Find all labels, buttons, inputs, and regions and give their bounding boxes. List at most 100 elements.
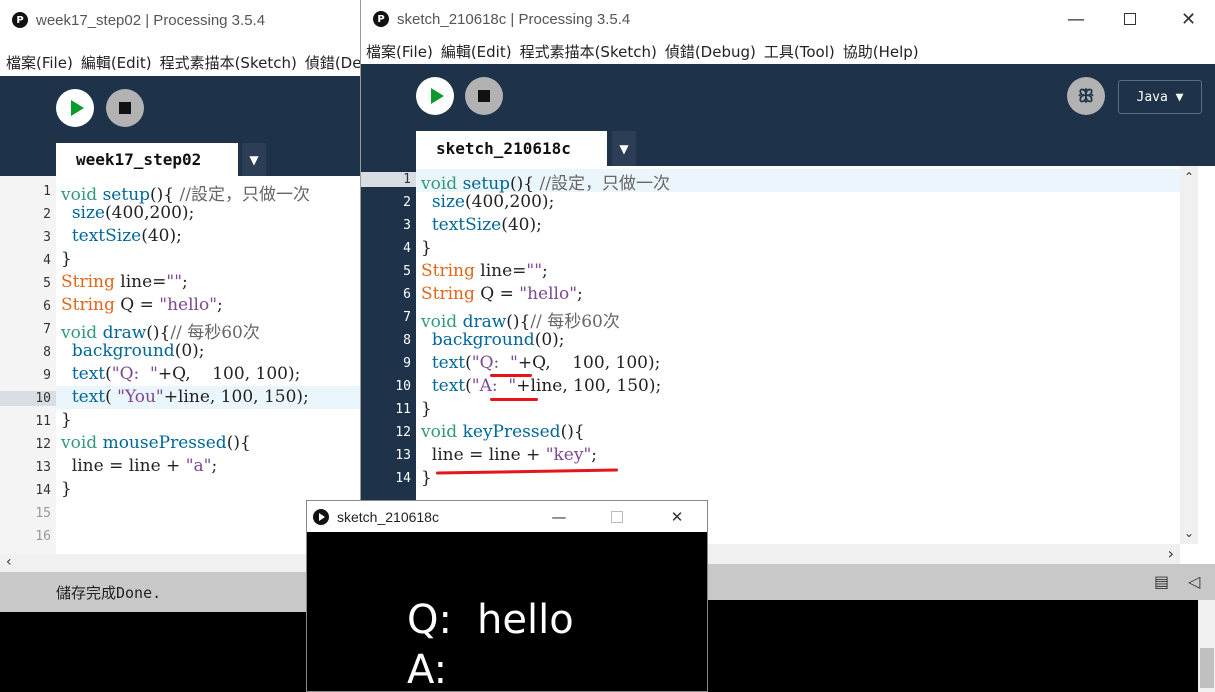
chevron-left-icon: ‹ bbox=[6, 554, 12, 570]
menu-file[interactable]: 檔案(File) bbox=[6, 52, 73, 73]
stop-button[interactable] bbox=[465, 77, 503, 115]
output-text-a-label: A: bbox=[407, 647, 448, 692]
line-number-gutter: 1 2 3 4 5 6 7 8 9 10 11 12 13 14 bbox=[361, 166, 416, 544]
line-number: 2 bbox=[43, 207, 51, 222]
tab-menu-button[interactable]: ▼ bbox=[612, 131, 636, 166]
code-line: String line=""; bbox=[421, 261, 548, 281]
window-title: sketch_210618c | Processing 3.5.4 bbox=[397, 10, 631, 28]
code-line: void setup(){ //設定，只做一次 bbox=[61, 185, 310, 205]
canvas[interactable]: Q: hello A: bbox=[307, 532, 707, 692]
collapse-icon[interactable]: ◁ bbox=[1188, 572, 1200, 591]
code-line: String Q = "hello"; bbox=[421, 284, 583, 304]
maximize-icon bbox=[611, 510, 623, 523]
line-number: 3 bbox=[43, 230, 51, 245]
scroll-thumb[interactable] bbox=[1200, 648, 1214, 688]
run-button[interactable] bbox=[56, 89, 94, 127]
output-text-q-value: hello bbox=[477, 597, 574, 643]
code-line: } bbox=[421, 399, 432, 419]
minimize-button[interactable]: — bbox=[1051, 0, 1101, 38]
play-circle-icon bbox=[313, 508, 329, 525]
line-number: 6 bbox=[403, 287, 411, 302]
menu-tool[interactable]: 工具(Tool) bbox=[764, 41, 835, 62]
line-number: 9 bbox=[43, 368, 51, 383]
line-number: 5 bbox=[403, 264, 411, 279]
code-line: text("Q: "+Q, 100, 100); bbox=[71, 364, 301, 384]
minimize-icon: — bbox=[551, 507, 567, 526]
code-line: void draw(){// 每秒60次 bbox=[61, 323, 260, 343]
code-line: } bbox=[61, 479, 72, 499]
code-line: } bbox=[61, 410, 72, 430]
code-editor[interactable]: void setup(){ //設定，只做一次 size(400,200); t… bbox=[416, 166, 1180, 544]
tab-label: week17_step02 bbox=[76, 150, 202, 169]
menu-edit[interactable]: 編輯(Edit) bbox=[441, 41, 512, 62]
sketch-output-window: sketch_210618c — ✕ Q: hello A: bbox=[306, 500, 708, 692]
window-title: week17_step02 | Processing 3.5.4 bbox=[36, 11, 266, 29]
line-number: 10 bbox=[0, 391, 56, 406]
vertical-scrollbar[interactable]: ⌃ ⌄ bbox=[1180, 166, 1198, 544]
line-number: 16 bbox=[35, 529, 51, 544]
code-line: textSize(40); bbox=[431, 215, 542, 235]
code-line: size(400,200); bbox=[71, 203, 195, 223]
chevron-down-icon: ⌄ bbox=[1184, 526, 1195, 540]
chevron-down-icon: ▼ bbox=[619, 141, 629, 156]
code-line: background(0); bbox=[71, 341, 205, 361]
line-number: 1 bbox=[361, 172, 416, 187]
line-number: 9 bbox=[403, 356, 411, 371]
mode-label: Java ▼ bbox=[1136, 89, 1184, 105]
line-number: 4 bbox=[43, 253, 51, 268]
tab-label: sketch_210618c bbox=[436, 139, 571, 158]
code-editor[interactable]: void setup(){ //設定，只做一次 size(400,200); t… bbox=[56, 176, 360, 554]
maximize-button[interactable] bbox=[1105, 0, 1155, 38]
mode-selector[interactable]: Java ▼ bbox=[1118, 80, 1202, 114]
line-number: 10 bbox=[395, 379, 411, 394]
menu-debug[interactable]: 偵錯(Debu bbox=[305, 52, 360, 73]
code-line: } bbox=[61, 249, 72, 269]
close-button[interactable]: ✕ bbox=[655, 501, 699, 532]
menu-debug[interactable]: 偵錯(Debug) bbox=[665, 41, 756, 62]
line-number: 13 bbox=[35, 460, 51, 475]
code-line: void mousePressed(){ bbox=[61, 433, 251, 453]
line-number: 2 bbox=[403, 195, 411, 210]
close-button[interactable]: ✕ bbox=[1161, 0, 1215, 38]
window-title: sketch_210618c bbox=[337, 508, 439, 525]
editor-toolbar: ꕥ Java ▼ sketch_210618c ▼ bbox=[361, 64, 1215, 166]
output-text-q-label: Q: bbox=[407, 597, 452, 643]
line-number: 7 bbox=[43, 322, 51, 337]
processing-logo-icon: P bbox=[12, 12, 28, 28]
menu-edit[interactable]: 編輯(Edit) bbox=[81, 52, 152, 73]
chevron-up-icon: ⌃ bbox=[1184, 170, 1195, 184]
minimize-icon: — bbox=[1067, 8, 1085, 30]
processing-logo-icon: P bbox=[373, 11, 389, 27]
line-number: 3 bbox=[403, 218, 411, 233]
code-line: textSize(40); bbox=[71, 226, 182, 246]
code-line: text("Q: "+Q, 100, 100); bbox=[431, 353, 661, 373]
maximize-button[interactable] bbox=[595, 501, 639, 532]
line-number: 11 bbox=[35, 414, 51, 429]
tab-menu-button[interactable]: ▼ bbox=[242, 143, 266, 176]
editor-toolbar: week17_step02 ▼ bbox=[0, 76, 360, 176]
status-message: 儲存完成Done. bbox=[56, 583, 162, 602]
run-button[interactable] bbox=[416, 77, 454, 115]
tab-week17-step02[interactable]: week17_step02 bbox=[56, 143, 238, 176]
title-bar[interactable]: sketch_210618c bbox=[307, 501, 707, 532]
code-line: } bbox=[421, 468, 432, 488]
menu-help[interactable]: 協助(Help) bbox=[843, 41, 919, 62]
line-number: 14 bbox=[35, 483, 51, 498]
console-toggle-icon[interactable]: ▤ bbox=[1154, 572, 1169, 591]
menu-sketch[interactable]: 程式素描本(Sketch) bbox=[160, 52, 297, 73]
minimize-button[interactable]: — bbox=[537, 501, 581, 532]
line-number: 8 bbox=[403, 333, 411, 348]
stop-icon bbox=[478, 90, 490, 102]
code-line: background(0); bbox=[431, 330, 565, 350]
tab-sketch-210618c[interactable]: sketch_210618c bbox=[416, 131, 607, 166]
title-bar[interactable]: P week17_step02 | Processing 3.5.4 bbox=[0, 0, 360, 40]
code-line: void setup(){ //設定，只做一次 bbox=[421, 174, 670, 194]
console-scrollbar[interactable] bbox=[1198, 600, 1215, 692]
line-number: 12 bbox=[35, 437, 51, 452]
menu-sketch[interactable]: 程式素描本(Sketch) bbox=[520, 41, 657, 62]
menu-file[interactable]: 檔案(File) bbox=[366, 41, 433, 62]
red-underline bbox=[490, 374, 532, 377]
debug-button[interactable]: ꕥ bbox=[1067, 77, 1105, 115]
play-icon bbox=[70, 100, 84, 116]
stop-button[interactable] bbox=[106, 89, 144, 127]
